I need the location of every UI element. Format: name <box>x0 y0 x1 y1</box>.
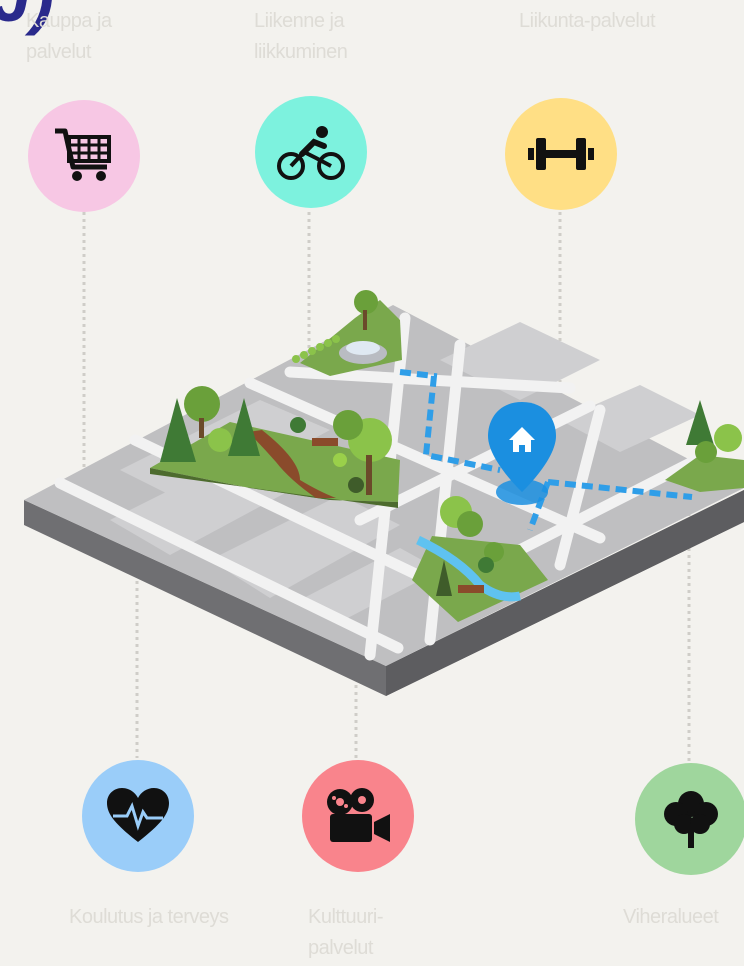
category-traffic-button[interactable] <box>255 96 367 208</box>
label-health: Koulutus ja terveys <box>69 906 229 928</box>
home-pin-icon <box>488 402 556 505</box>
label-sports: Liikunta-palvelut <box>519 10 656 32</box>
shopping-cart-icon <box>55 128 111 181</box>
category-health-button[interactable] <box>82 760 194 872</box>
label-culture: Kulttuuri-palvelut <box>308 906 384 959</box>
heart-pulse-icon <box>107 788 169 842</box>
dumbbell-icon <box>528 138 594 170</box>
bicycle-icon <box>277 126 345 180</box>
category-green-button[interactable] <box>635 763 744 875</box>
film-camera-icon <box>327 788 390 842</box>
category-shop-button[interactable] <box>28 100 140 212</box>
label-shop: Kauppa ja palvelut <box>26 10 112 63</box>
label-green: Viheralueet <box>623 906 719 928</box>
tree-icon <box>664 791 718 848</box>
category-sports-button[interactable] <box>505 98 617 210</box>
category-culture-button[interactable] <box>302 760 414 872</box>
label-traffic: Liikenne ja liikkuminen <box>254 10 348 63</box>
